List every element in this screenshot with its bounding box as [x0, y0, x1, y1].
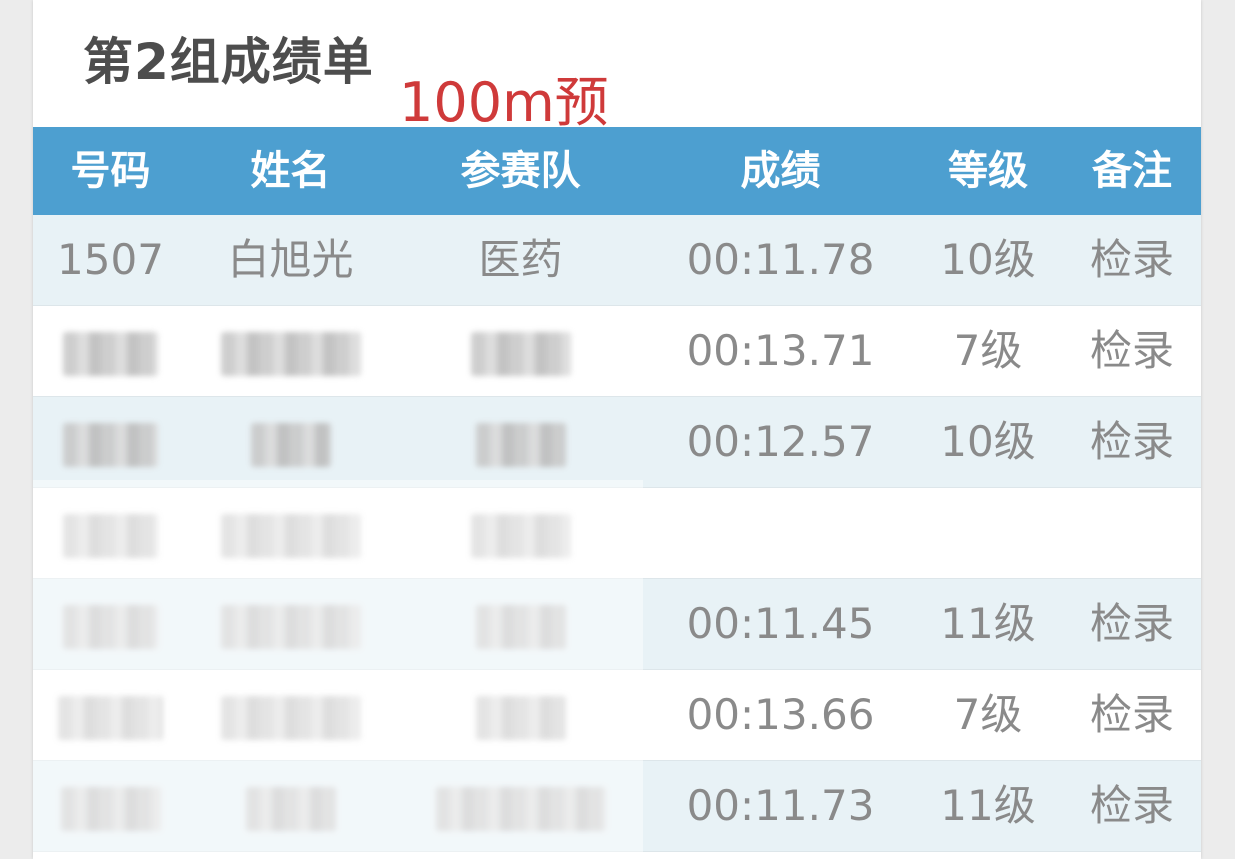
table-header: 号码 姓名 参赛队 成绩 等级 备注 [33, 127, 1201, 215]
column-header-name: 姓名 [250, 148, 331, 194]
page-title: 第2组成绩单 [83, 33, 374, 91]
cell-name-redacted [188, 579, 393, 669]
cell-note: 检录 [1089, 417, 1174, 466]
cell-note: 检录 [1089, 781, 1174, 830]
cell-score: 00:11.73 [686, 781, 875, 830]
cell-grade: 10级 [940, 235, 1036, 284]
cell-team-redacted [393, 579, 648, 669]
cell-grade: 11级 [940, 781, 1036, 830]
cell-team-redacted [393, 488, 648, 578]
column-header-score: 成绩 [740, 148, 821, 194]
table-row[interactable]: 00:13.71 7级 检录 [33, 306, 1201, 397]
table-row[interactable]: 00:12.57 10级 检录 [33, 397, 1201, 488]
table-row[interactable] [33, 488, 1201, 579]
event-annotation: 100m预 [399, 71, 609, 134]
cell-grade: 11级 [940, 599, 1036, 648]
cell-number-redacted [33, 488, 188, 578]
cell-grade [913, 488, 1063, 578]
cell-name-redacted [188, 670, 393, 760]
cell-note: 检录 [1089, 599, 1174, 648]
cell-note: 检录 [1089, 326, 1174, 375]
cell-score: 00:13.71 [686, 326, 875, 375]
cell-note: 检录 [1089, 235, 1174, 284]
cell-number-redacted [33, 397, 188, 487]
cell-number-redacted [33, 579, 188, 669]
cell-score: 00:11.78 [686, 235, 875, 284]
cell-score [648, 488, 913, 578]
cell-grade: 7级 [953, 326, 1023, 375]
column-header-number: 号码 [70, 148, 151, 194]
table-row[interactable]: 00:11.73 11级 检录 [33, 761, 1201, 852]
cell-team: 医药 [478, 235, 563, 284]
cell-note [1063, 488, 1201, 578]
cell-name-redacted [188, 488, 393, 578]
column-header-team: 参赛队 [460, 148, 581, 194]
cell-number-redacted [33, 670, 188, 760]
cell-team-redacted [393, 306, 648, 396]
cell-grade: 10级 [940, 417, 1036, 466]
cell-score: 00:12.57 [686, 417, 875, 466]
cell-grade: 7级 [953, 690, 1023, 739]
cell-name-redacted [188, 397, 393, 487]
cell-note: 检录 [1089, 690, 1174, 739]
table-row[interactable]: 00:13.66 7级 检录 [33, 670, 1201, 761]
cell-team-redacted [393, 670, 648, 760]
score-sheet-card: 第2组成绩单 100m预 号码 姓名 参赛队 成绩 等级 备注 1507 白旭光… [33, 0, 1201, 859]
cell-team-redacted [393, 397, 648, 487]
cell-number-redacted [33, 761, 188, 851]
cell-team-redacted [393, 761, 648, 851]
cell-score: 00:11.45 [686, 599, 875, 648]
cell-name-redacted [188, 306, 393, 396]
column-header-grade: 等级 [948, 148, 1028, 194]
table-row[interactable]: 00:11.45 11级 检录 [33, 579, 1201, 670]
cell-name-redacted [188, 761, 393, 851]
cell-score: 00:13.66 [686, 690, 875, 739]
cell-number: 1507 [57, 235, 164, 284]
column-header-note: 备注 [1092, 148, 1172, 194]
cell-name: 白旭光 [227, 235, 354, 284]
table-row[interactable]: 1507 白旭光 医药 00:11.78 10级 检录 [33, 215, 1201, 306]
cell-number-redacted [33, 306, 188, 396]
